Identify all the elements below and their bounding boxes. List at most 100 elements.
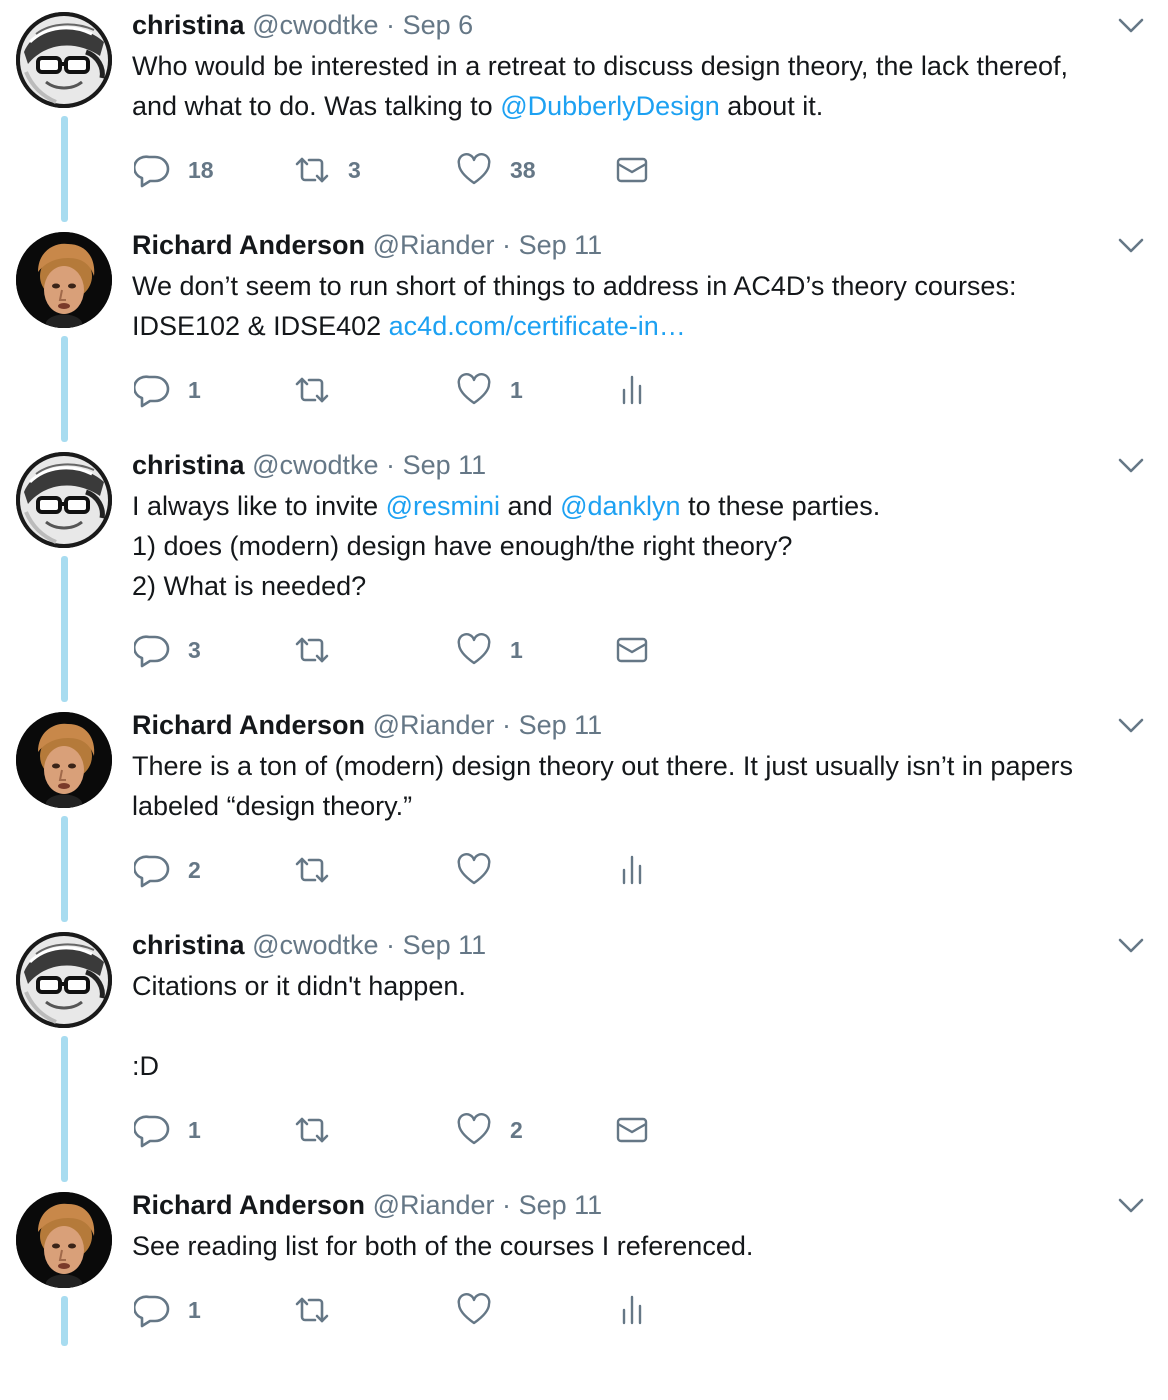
text-segment: 2) What is needed? <box>132 571 367 601</box>
timestamp[interactable]: Sep 11 <box>519 1190 603 1220</box>
tweet[interactable]: christina @cwodtke · Sep 11 I always like… <box>0 440 1168 668</box>
chevron-down-icon[interactable] <box>1116 452 1146 478</box>
tweet-actions: 12 <box>134 1110 674 1150</box>
like-button[interactable] <box>456 1290 510 1330</box>
mention-link[interactable]: ac4d.com/certificate-in… <box>389 311 686 341</box>
action-count: 2 <box>188 856 201 883</box>
tweet[interactable]: Richard Anderson @Riander · Sep 11 We don… <box>0 220 1168 440</box>
action-count: 3 <box>348 156 361 183</box>
mention-link[interactable]: @DubberlyDesign <box>500 91 720 121</box>
tweet-actions: 31 <box>134 630 674 670</box>
tweet[interactable]: Richard Anderson @Riander · Sep 11 See re… <box>0 1180 1168 1400</box>
user-handle[interactable]: @cwodtke <box>252 450 378 480</box>
retweet-button[interactable] <box>294 850 348 890</box>
retweet-button[interactable] <box>294 630 348 670</box>
timestamp[interactable]: Sep 11 <box>519 230 603 260</box>
retweet-icon <box>294 632 330 668</box>
tweet-header: Richard Anderson @Riander · Sep 11 <box>132 228 602 262</box>
reply-button[interactable]: 18 <box>134 150 214 190</box>
retweet-icon <box>294 1292 330 1328</box>
chevron-down-icon[interactable] <box>1116 1192 1146 1218</box>
tweet[interactable]: Richard Anderson @Riander · Sep 11 There … <box>0 700 1168 920</box>
analytics-icon <box>614 1292 650 1328</box>
retweet-button[interactable] <box>294 1110 348 1150</box>
user-handle[interactable]: @Riander <box>373 1190 495 1220</box>
like-button[interactable]: 2 <box>456 1110 523 1150</box>
action-count: 1 <box>188 1116 201 1143</box>
tweet-text-line: I always like to invite @resmini and @da… <box>132 486 1132 526</box>
chevron-down-icon[interactable] <box>1116 12 1146 38</box>
text-segment: IDSE102 & IDSE402 <box>132 311 389 341</box>
timestamp[interactable]: Sep 11 <box>403 450 487 480</box>
user-handle[interactable]: @Riander <box>373 710 495 740</box>
action-count: 1 <box>188 376 201 403</box>
chevron-down-icon[interactable] <box>1116 712 1146 738</box>
analytics-icon <box>614 372 650 408</box>
separator-dot: · <box>502 1190 512 1220</box>
separator-dot: · <box>502 710 512 740</box>
timestamp[interactable]: Sep 6 <box>403 10 474 40</box>
tweet-text: I always like to invite @resmini and @da… <box>132 486 1132 606</box>
tweet[interactable]: christina @cwodtke · Sep 11 Citations or … <box>0 920 1168 1148</box>
action-count: 1 <box>510 636 523 663</box>
like-button[interactable]: 38 <box>456 150 536 190</box>
like-icon <box>456 852 492 888</box>
reply-button[interactable]: 1 <box>134 1290 201 1330</box>
direct-message-button[interactable] <box>614 1110 650 1150</box>
direct-message-button[interactable] <box>614 630 650 670</box>
user-handle[interactable]: @Riander <box>373 230 495 260</box>
like-icon <box>456 152 492 188</box>
timestamp[interactable]: Sep 11 <box>519 710 603 740</box>
like-icon <box>456 632 492 668</box>
display-name[interactable]: Richard Anderson <box>132 230 365 260</box>
avatar[interactable] <box>16 452 112 548</box>
user-handle[interactable]: @cwodtke <box>252 10 378 40</box>
timestamp[interactable]: Sep 11 <box>403 930 487 960</box>
chevron-down-icon[interactable] <box>1116 232 1146 258</box>
like-button[interactable]: 1 <box>456 370 523 410</box>
display-name[interactable]: Richard Anderson <box>132 710 365 740</box>
display-name[interactable]: Richard Anderson <box>132 1190 365 1220</box>
tweet-text: Citations or it didn't happen. :D <box>132 966 1132 1086</box>
retweet-button[interactable] <box>294 370 348 410</box>
display-name[interactable]: christina <box>132 930 245 960</box>
direct-message-button[interactable] <box>614 150 650 190</box>
reply-icon <box>134 372 170 408</box>
reply-button[interactable]: 2 <box>134 850 201 890</box>
avatar[interactable] <box>16 932 112 1028</box>
like-button[interactable] <box>456 850 510 890</box>
retweet-icon <box>294 852 330 888</box>
reply-button[interactable]: 1 <box>134 1110 201 1150</box>
retweet-button[interactable]: 3 <box>294 150 361 190</box>
tweet-text: We don’t seem to run short of things to … <box>132 266 1132 346</box>
display-name[interactable]: christina <box>132 450 245 480</box>
like-icon <box>456 372 492 408</box>
chevron-down-icon[interactable] <box>1116 932 1146 958</box>
analytics-button[interactable] <box>614 370 650 410</box>
reply-button[interactable]: 1 <box>134 370 201 410</box>
separator-dot: · <box>386 450 396 480</box>
tweet[interactable]: christina @cwodtke · Sep 6 Who would be i… <box>0 0 1168 220</box>
text-segment: Who would be interested in a retreat to … <box>132 51 1069 81</box>
avatar[interactable] <box>16 712 112 808</box>
user-handle[interactable]: @cwodtke <box>252 930 378 960</box>
reply-icon <box>134 1112 170 1148</box>
tweet-text-line: We don’t seem to run short of things to … <box>132 266 1132 306</box>
like-button[interactable]: 1 <box>456 630 523 670</box>
text-segment: to these parties. <box>680 491 881 521</box>
tweet-text-line: 2) What is needed? <box>132 566 1132 606</box>
tweet-text-line: There is a ton of (modern) design theory… <box>132 746 1132 786</box>
reply-button[interactable]: 3 <box>134 630 201 670</box>
mention-link[interactable]: @danklyn <box>560 491 680 521</box>
avatar[interactable] <box>16 1192 112 1288</box>
analytics-button[interactable] <box>614 1290 650 1330</box>
action-count: 1 <box>188 1296 201 1323</box>
avatar[interactable] <box>16 232 112 328</box>
analytics-button[interactable] <box>614 850 650 890</box>
tweet-text-line: Who would be interested in a retreat to … <box>132 46 1132 86</box>
mention-link[interactable]: @resmini <box>386 491 500 521</box>
display-name[interactable]: christina <box>132 10 245 40</box>
retweet-button[interactable] <box>294 1290 348 1330</box>
separator-dot: · <box>502 230 512 260</box>
avatar[interactable] <box>16 12 112 108</box>
